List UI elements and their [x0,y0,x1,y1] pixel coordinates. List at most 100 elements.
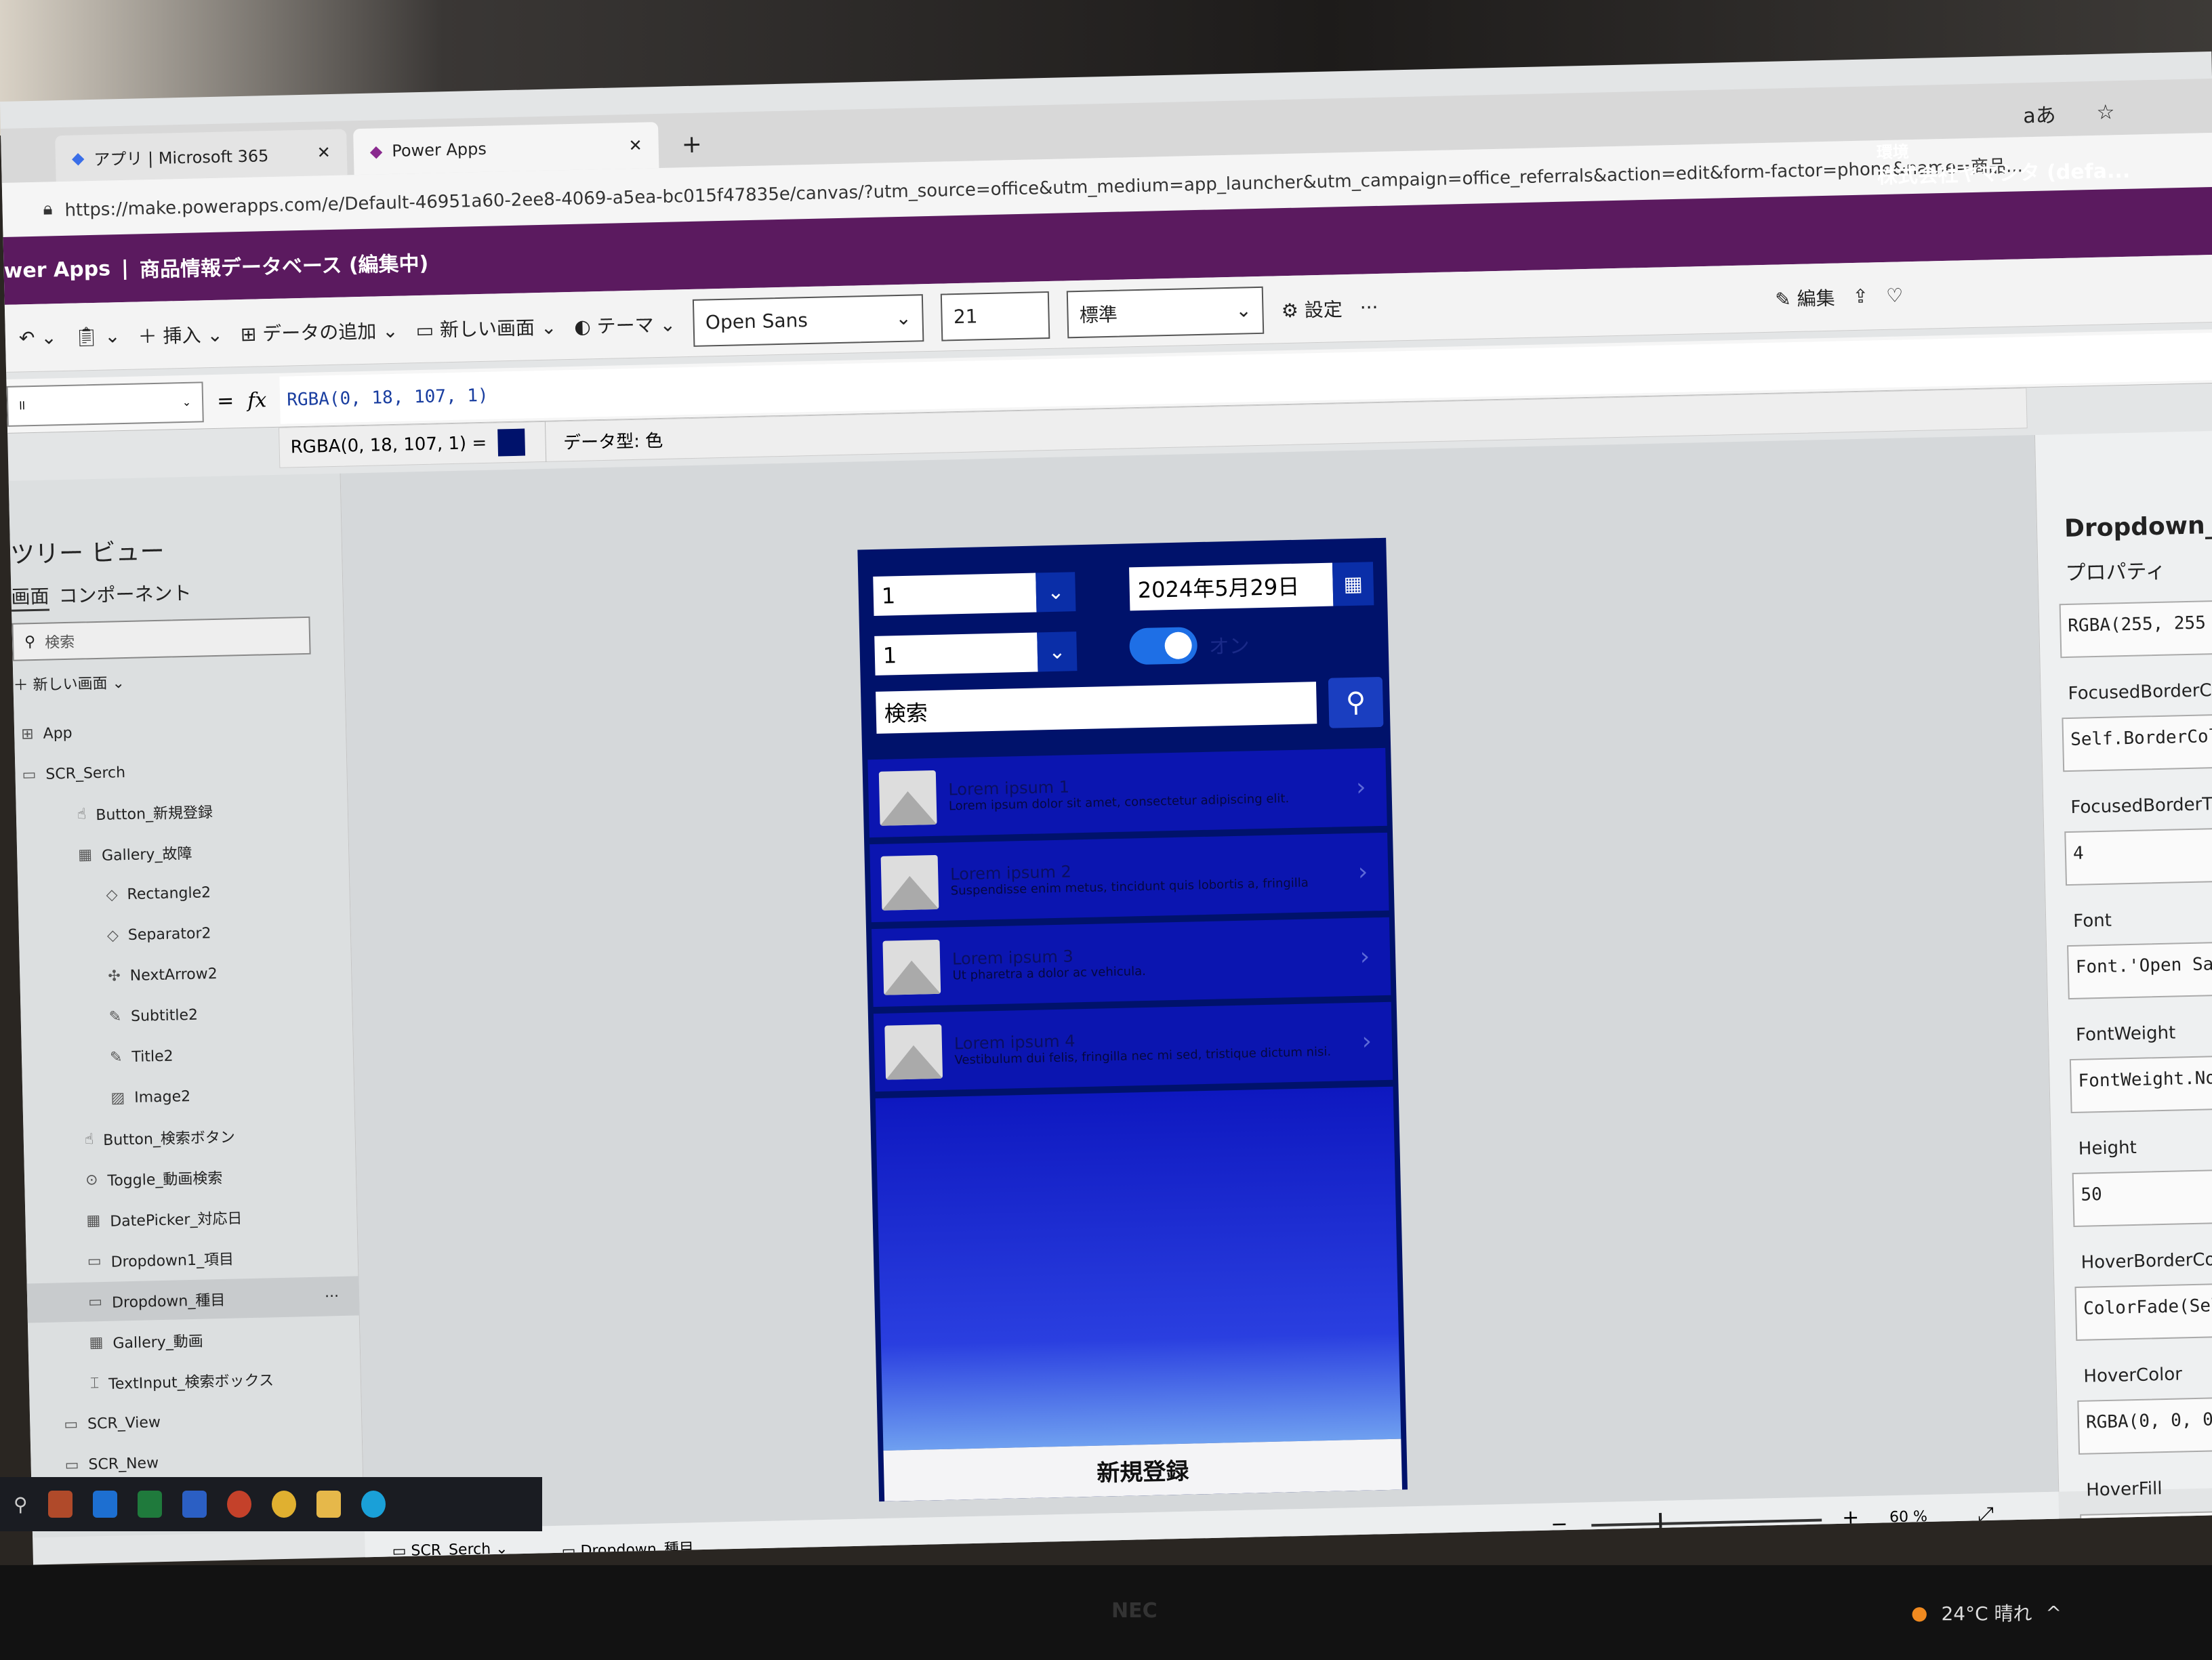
tab-screens[interactable]: 画面 [11,581,50,612]
tree-item[interactable]: ▦ Gallery_故障 [17,829,350,876]
gallery-item[interactable]: Lorem ipsum 1 Lorem ipsum dolor sit amet,… [867,747,1387,838]
tree-item[interactable]: ✣ NextArrow2 [20,951,352,998]
paste-icon[interactable]: 📋︎ ⌄ [74,325,121,348]
more-options-button[interactable]: ··· [325,1288,340,1305]
shape-icon: ◇ [106,926,119,945]
zoom-out-button[interactable]: − [1551,1512,1568,1537]
chevron-up-icon[interactable]: ^ [2046,1602,2062,1624]
undo-icon[interactable]: ↶ ⌄ [19,326,58,349]
chrome-icon[interactable] [271,1491,296,1518]
settings-button[interactable]: ⚙ 設定 [1281,295,1343,323]
tab-microsoft365[interactable]: ◆ アプリ | Microsoft 365 ✕ [55,129,348,182]
read-aloud-button[interactable]: aあ [2023,98,2056,129]
font-select[interactable]: Open Sans ⌄ [693,293,924,347]
zoom-slider[interactable] [1591,1512,1822,1535]
property-value-input[interactable]: RGBA(0, 0, 0, 1) [2077,1396,2212,1455]
zoom-in-button[interactable]: + [1842,1506,1860,1530]
more-button[interactable]: ··· [1359,296,1378,319]
screen-icon: ▭ [64,1456,79,1474]
new-tab-button[interactable]: + [665,121,719,168]
next-arrow-icon[interactable]: › [1356,774,1366,802]
property-value-input[interactable]: Self.BorderCol [2062,713,2212,772]
close-icon[interactable]: ✕ [316,143,331,162]
weather-text[interactable]: 24°C 晴れ [1941,1599,2032,1626]
teams-icon[interactable] [47,1491,73,1518]
color-swatch [497,428,525,457]
screen-breadcrumb[interactable]: ▭ SCR_Serch ⌄ [392,1541,508,1560]
font-weight-select[interactable]: 標準 ⌄ [1067,286,1265,338]
next-arrow-icon[interactable]: › [1361,1027,1372,1055]
environment-picker[interactable]: 環境 株式会社ヤマシタ (defa... [1877,135,2131,189]
tree-item[interactable]: ⊞ App [14,707,347,754]
image-icon: ▨ [110,1089,125,1107]
edit-button[interactable]: ✎ 編集 [1775,283,1835,312]
search-icon[interactable]: ⚲ [14,1493,28,1516]
tree-item[interactable]: ☝ Button_検索ボタン [23,1113,356,1160]
tree-search-input[interactable]: ⚲ 検索 [12,616,311,661]
tab-properties[interactable]: プロパティ [2065,554,2166,586]
gallery-item[interactable]: Lorem ipsum 3 Ut pharetra a dolor ac vehi… [872,917,1391,1008]
toggle-video[interactable] [1129,627,1198,665]
excel-icon[interactable] [137,1491,162,1518]
edge-icon[interactable] [361,1491,386,1518]
tree-item[interactable]: ⊙ Toggle_動画検索 [24,1154,357,1201]
dropdown-kind[interactable]: 1 ⌄ [873,572,1076,616]
tree-item[interactable]: ▭ Dropdown1_項目 [26,1235,359,1282]
control-breadcrumb[interactable]: ▭ Dropdown_種目 [561,1536,694,1560]
font-size-input[interactable]: 21 [941,291,1050,341]
tree-item[interactable]: ▨ Image2 [22,1073,355,1120]
property-select[interactable]: ll ⌄ [6,381,204,427]
theme-button[interactable]: ◐ テーマ ⌄ [574,310,676,339]
outlook-icon[interactable] [92,1491,117,1518]
fit-to-window-icon[interactable]: ⤢ [1978,1503,1994,1527]
next-arrow-icon[interactable]: › [1357,858,1368,886]
design-canvas: 1 ⌄ 1 ⌄ 2024年5月29日 ▦ オン 検索 ⚲ Lorem ipsum 1L… [340,435,2059,1531]
property-value-input[interactable]: Font.'Open Sans [2067,940,2212,1000]
next-arrow-icon[interactable]: › [1359,942,1370,970]
property-label: HoverColor [2083,1364,2183,1387]
property-value-input[interactable]: RGBA(255, 255 [2059,599,2212,659]
gallery-item[interactable]: Lorem ipsum 2 Suspendisse enim metus, tin… [869,832,1389,923]
app-icon: ⊞ [20,725,34,743]
property-value-input[interactable]: ColorFade(Self.B [2074,1282,2212,1341]
tree-item[interactable]: ✎ Title2 [21,1033,354,1079]
tree-item[interactable]: ⌶ TextInput_検索ボックス [28,1357,361,1404]
app-checker-icon[interactable]: ♡ [1886,284,1904,307]
dropdown-item[interactable]: 1 ⌄ [874,631,1078,676]
tree-item[interactable]: ▦ Gallery_動画 [28,1316,361,1363]
property-value-input[interactable]: 50 [2072,1168,2212,1228]
property-value-input[interactable]: 4 [2064,827,2212,886]
new-screen-button[interactable]: ▭ 新しい画面 ⌄ [415,312,557,343]
word-icon[interactable] [182,1491,207,1518]
tree-item[interactable]: ▭ SCR_Serch [15,748,348,795]
calendar-icon: ▦ [1332,562,1374,606]
search-input[interactable]: 検索 [876,682,1317,734]
new-screen-button[interactable]: ＋ 新しい画面 ⌄ [13,671,125,695]
add-data-button[interactable]: ⊞ データの追加 ⌄ [240,316,398,346]
tree-item[interactable]: ▦ DatePicker_対応日 [25,1195,358,1241]
property-value-input[interactable]: RGBA(186, 202, 2 [2080,1510,2212,1565]
gallery-item[interactable]: Lorem ipsum 4 Vestibulum dui felis, fring… [873,1001,1393,1092]
tree-item[interactable]: ◇ Separator2 [18,911,351,957]
tab-components[interactable]: コンポーネント [58,579,192,608]
powerapps-icon: ◆ [369,142,383,161]
tree-item[interactable]: ✎ Subtitle2 [20,992,353,1039]
share-icon[interactable]: ⇪ [1852,285,1868,308]
property-label: FocusedBorderCol [2068,680,2212,704]
new-register-button[interactable]: 新規登録 [883,1438,1403,1501]
date-picker[interactable]: 2024年5月29日 ▦ [1129,562,1374,611]
screen-icon: ▭ [64,1415,79,1433]
powerpoint-icon[interactable] [226,1491,251,1518]
tab-powerapps[interactable]: ◆ Power Apps ✕ [353,121,659,175]
search-button[interactable]: ⚲ [1328,676,1384,728]
tree-item[interactable]: ▭ Dropdown_種目 ··· [26,1276,360,1323]
close-icon[interactable]: ✕ [628,136,642,155]
tree-item[interactable]: ☝ Button_新規登録 [16,789,348,835]
image-placeholder-icon [878,770,937,826]
file-explorer-icon[interactable] [316,1491,341,1518]
property-value-input[interactable]: FontWeight.Norm [2069,1054,2212,1114]
insert-button[interactable]: ＋ 挿入 ⌄ [138,320,223,349]
favorite-star-icon[interactable]: ☆ [2096,100,2115,125]
tree-item[interactable]: ◇ Rectangle2 [18,870,350,917]
tree-item[interactable]: ▭ SCR_View [30,1398,363,1445]
